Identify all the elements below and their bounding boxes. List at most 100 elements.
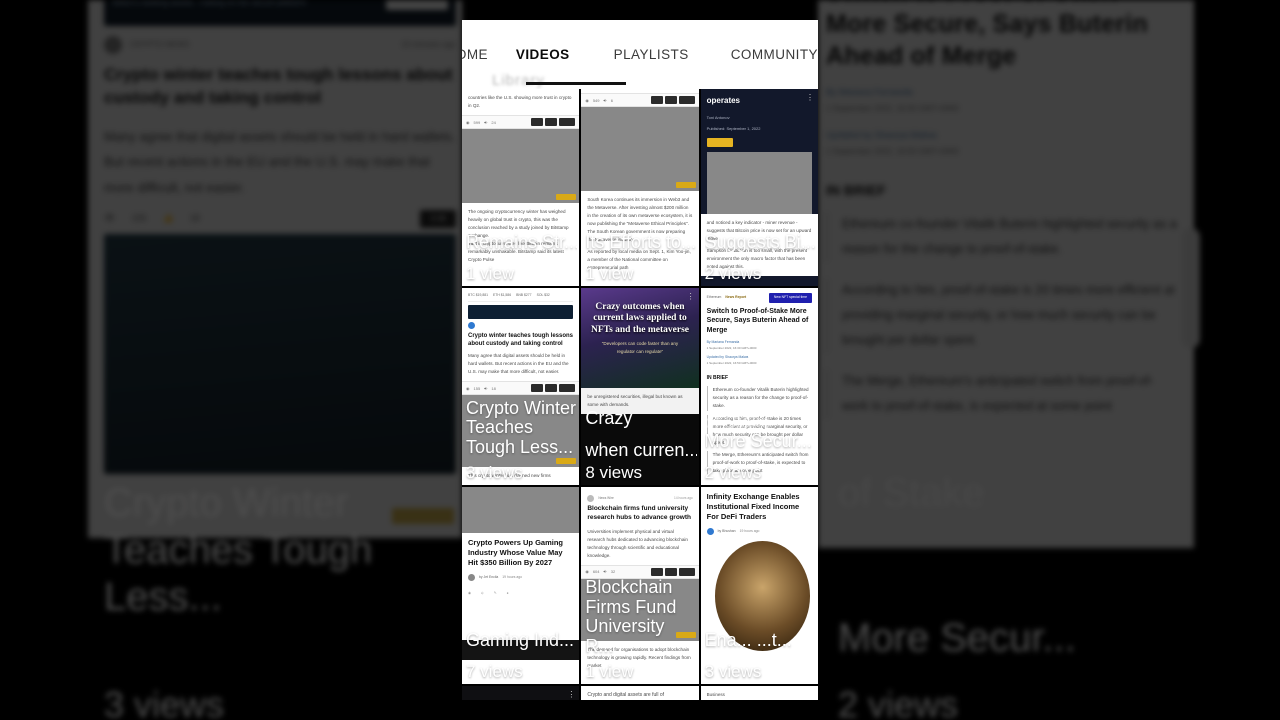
background-left-panel: trust in cryptocurrencies like Bitcoin r… — [0, 0, 462, 720]
thumb-5-tag1: Ethereum — [706, 295, 722, 299]
tab-community[interactable]: COMMUNITY — [731, 47, 818, 62]
thumb-7-photo-badge — [675, 631, 696, 638]
video-grid-item[interactable]: Crypto Powers Up Gaming Industry Whose V… — [462, 487, 580, 684]
video-grid-item-partial[interactable]: Business DiDi Requested — [700, 686, 818, 700]
thumb-3-photo — [462, 395, 580, 468]
thumb-6-date: 19 hours ago — [502, 574, 523, 579]
thumbsup-icon: ⎆ — [484, 119, 488, 125]
video-grid-item[interactable]: Infinity Exchange Enables Institutional … — [700, 487, 818, 684]
ticker-item: BTC $19,881 — [468, 293, 488, 297]
background-left-ad-button — [386, 0, 448, 11]
background-right-brief2: According to him, proof-of-stake is 20 t… — [826, 278, 1178, 354]
thumb-3-byline — [468, 321, 573, 329]
video-grid-item[interactable]: News Wire 14 hours ago Blockchain firms … — [581, 487, 699, 684]
thumb-6-stat: ◉ — [468, 591, 471, 596]
thumb-5-body2: According to him, proof-of-stake is 20 t… — [706, 414, 812, 447]
thumb-8-date: 19 hours ago — [739, 528, 760, 533]
thumb-1-player-views: 549 — [592, 97, 600, 103]
thumb-5-headline: Switch to Proof-of-Stake More Secure, Sa… — [706, 307, 809, 334]
thumb-5-cta-button[interactable]: New NFT special time — [768, 293, 812, 303]
background-right-views: 2 views — [838, 684, 959, 720]
screen: trust in cryptocurrencies like Bitcoin r… — [0, 0, 1280, 720]
thumbsup-icon: ⎆ — [603, 97, 607, 103]
video-thumbnail: News Wire 14 hours ago Blockchain firms … — [581, 487, 699, 684]
background-left-stat-bar: 👁 155 👍 18 4:48 — [104, 209, 456, 229]
thumb-8-headline: Infinity Exchange Enables Institutional … — [706, 492, 800, 522]
tab-selected-underline — [526, 82, 626, 85]
video-thumbnail: operates ⋮ Toni Antonov Published: Septe… — [700, 89, 818, 286]
background-left-byline-name: CRYPTO NEWS — [130, 39, 190, 49]
thumb-7-photo — [581, 578, 699, 641]
background-left-photo — [104, 234, 456, 524]
background-left-article-card: BTC $19,881 ETH $1,586 BNB $277 SOL $32 … — [88, 0, 462, 538]
thumb-7-player-bar: ◉ 604 ⎆ 32 — [581, 564, 699, 579]
background-right-panel: Sampson due for Bitcoin is too small, wi… — [818, 0, 1280, 720]
thumb-2-date: Published: September 1, 2022 — [706, 126, 761, 131]
thumb-2-author: Toni Antonov — [706, 115, 730, 120]
thumb-7-headline: Blockchain firms fund university researc… — [587, 505, 691, 521]
background-right-brief1: Ethereum co-founder Vitalik Buterin high… — [826, 212, 1178, 263]
thumb-4-headline: Crazy outcomes when current laws applied… — [590, 302, 690, 335]
video-thumbnail: Ethereum News Report New NFT special tim… — [700, 288, 818, 485]
thumb-1-photo — [581, 107, 699, 191]
ticker-item: BNB $277 — [516, 293, 532, 297]
tab-home[interactable]: OME — [462, 47, 500, 62]
kebab-menu-icon[interactable]: ⋮ — [567, 691, 575, 699]
background-right-author2: Updated by Shaurya Malwa — [826, 130, 937, 141]
video-grid-item[interactable]: ◉ 549 ⎆ 6 South Korea continues its imme… — [581, 89, 699, 286]
thumb-4-sub: "Developers can code faster than any reg… — [601, 341, 679, 355]
thumb-0-player-likes: 24 — [491, 119, 496, 125]
thumbsup-icon: 👍 — [162, 213, 174, 224]
thumb-0-headline: countries like the U.S. showing more tru… — [468, 95, 572, 109]
video-grid-item-partial[interactable]: Crypto and digital assets are full of — [581, 686, 699, 700]
thumb-5-brief-label: IN BRIEF — [706, 374, 729, 381]
partial-1-text: Crypto and digital assets are full of — [587, 692, 665, 698]
background-left-headline: Crypto winter teaches tough lessons abou… — [104, 64, 453, 107]
thumb-5-tag2: News Report — [725, 295, 747, 299]
background-left-stat-views: 155 — [131, 213, 147, 224]
thumb-6-dark-bar — [462, 640, 580, 660]
thumb-3-ad-banner — [468, 304, 574, 319]
avatar-icon — [468, 321, 475, 329]
thumb-3-ticker: BTC $19,881 ETH $1,586 BNB $277 SOL $32 — [468, 293, 574, 302]
thumb-2-photo — [706, 152, 812, 214]
video-grid: countries like the U.S. showing more tru… — [462, 89, 818, 700]
kebab-menu-icon[interactable]: ⋮ — [687, 293, 695, 301]
video-grid-item[interactable]: Ethereum News Report New NFT special tim… — [700, 288, 818, 485]
tab-videos[interactable]: VIDEOS — [516, 47, 570, 62]
video-grid-item[interactable]: BTC $19,881 ETH $1,586 BNB $277 SOL $32 … — [462, 288, 580, 485]
thumb-4-photo: ⋮ Crazy outcomes when current laws appli… — [581, 288, 699, 388]
video-grid-item[interactable]: ⋮ Crazy outcomes when current laws appli… — [581, 288, 699, 485]
thumb-3-player-likes: 18 — [491, 385, 496, 391]
background-right-title: More Secur... — [838, 616, 1076, 660]
video-grid-item[interactable]: operates ⋮ Toni Antonov Published: Septe… — [700, 89, 818, 286]
thumb-2-donate-button[interactable] — [706, 138, 733, 147]
thumb-3-player-views: 155 — [473, 385, 481, 391]
thumbsup-icon: ⎆ — [603, 569, 607, 575]
background-right-date2: 1 September 2022, 16:50 GMT+0000 — [826, 147, 959, 157]
kebab-menu-icon[interactable]: ⋮ — [806, 94, 814, 102]
thumb-2-body2: Sampson for Bitcoin is too small, with t… — [706, 248, 807, 270]
video-grid-item[interactable]: countries like the U.S. showing more tru… — [462, 89, 580, 286]
thumb-3-body: Many agree that digital assets should be… — [468, 353, 569, 375]
video-thumbnail: Infinity Exchange Enables Institutional … — [700, 487, 818, 684]
thumb-0-photo-badge — [556, 194, 577, 201]
video-thumbnail: Crypto Powers Up Gaming Industry Whose V… — [462, 487, 580, 684]
background-right-side-tab — [1182, 228, 1200, 348]
thumb-5-date: 1 September 2022, 16:30 GMT+0000 — [706, 346, 757, 351]
thumb-7-player-views: 604 — [592, 569, 600, 575]
thumb-7-body: Universities implement physical and virt… — [587, 528, 688, 558]
thumb-7-player-likes: 32 — [610, 569, 616, 575]
tab-playlists[interactable]: PLAYLISTS — [614, 47, 689, 62]
thumb-1-body: South Korea continues its immersion in W… — [587, 197, 693, 243]
background-left-views: 3 views — [104, 684, 225, 720]
background-left-ad-banner: Watch's leading assets. Trading on the s… — [104, 0, 456, 26]
thumb-6-author: by Jet Encila — [479, 574, 499, 579]
background-left-player-time: 4:48 — [420, 209, 456, 229]
video-grid-item-partial[interactable]: ⋮ — [462, 686, 580, 700]
video-thumbnail: ⋮ Crazy outcomes when current laws appli… — [581, 288, 699, 485]
thumb-8-author: by Bhushan — [717, 528, 736, 533]
avatar-icon — [468, 574, 475, 582]
eye-icon: ◉ — [585, 97, 589, 103]
thumb-0-player-bar: ◉ 599 ⎆ 24 — [462, 115, 580, 130]
